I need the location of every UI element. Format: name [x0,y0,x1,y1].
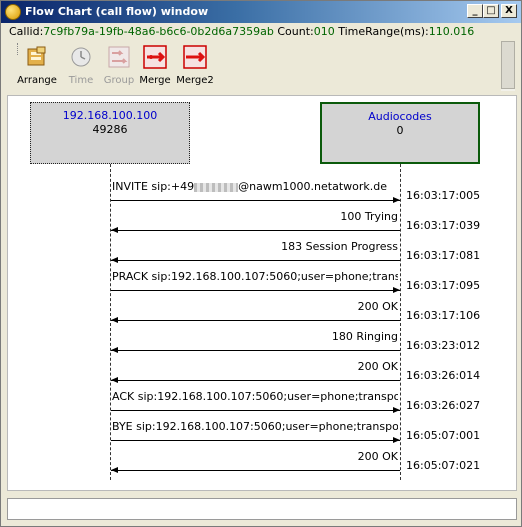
timerange-label: TimeRange(ms): [338,25,429,38]
arrowhead-right [393,437,400,443]
count-value: 010 [313,25,335,38]
timerange-value: 110.016 [428,25,475,38]
flow-chart-window: Flow Chart (call flow) window _ □ X Call… [0,0,522,527]
count-label: Count: [277,25,314,38]
group-button[interactable]: Group [99,43,139,91]
message-arrow-right[interactable] [111,440,400,441]
minimize-button[interactable]: _ [467,4,483,18]
entity-left[interactable]: 192.168.100.100 49286 [30,102,190,164]
message-label[interactable]: BYE sip:192.168.100.107:5060;user=phone;… [112,420,398,433]
message-time: 16:03:17:039 [406,219,481,232]
invite-prefix: INVITE sip:+49 [112,180,195,193]
arrowhead-left [111,347,118,353]
message-arrow-left[interactable] [111,230,400,231]
message-label[interactable]: 100 Trying [112,210,398,223]
close-button[interactable]: X [501,4,517,18]
entity-left-port: 49286 [92,123,128,136]
message-label[interactable]: 180 Ringing [112,330,398,343]
message-time: 16:05:07:001 [406,429,481,442]
arrowhead-left [111,377,118,383]
status-bar [7,498,517,520]
arrowhead-left [111,467,118,473]
merge-button[interactable]: Merge [135,43,175,91]
message-label[interactable]: INVITE sip:+49 @nawm1000.netatwork.de [112,180,398,193]
message-label[interactable]: ACK sip:192.168.100.107:5060;user=phone;… [112,390,398,403]
message-label[interactable]: 200 OK [112,450,398,463]
message-time: 16:03:26:014 [406,369,481,382]
window-title: Flow Chart (call flow) window [25,5,209,18]
callid-value: 7c9fb79a-19fb-48a6-b6c6-0b2d6a7359ab [43,25,274,38]
message-arrow-right[interactable] [111,290,400,291]
toolbar: Arrange Time Group Merge Merge2 [7,41,517,93]
lifeline-right [400,164,401,480]
message-arrow-left[interactable] [111,380,400,381]
arrowhead-right [393,287,400,293]
merge2-label: Merge2 [176,75,214,86]
merge-label: Merge [139,75,171,86]
invite-suffix: @nawm1000.netatwork.de [238,180,387,193]
arrange-label: Arrange [17,75,57,86]
arrowhead-left [111,227,118,233]
callid-label: Callid: [9,25,44,38]
flow-chart-canvas: 192.168.100.100 49286 Audiocodes 0 INVIT… [7,95,517,491]
message-time: 16:03:17:106 [406,309,481,322]
arrange-button[interactable]: Arrange [17,43,57,91]
message-arrow-right[interactable] [111,200,400,201]
message-time: 16:05:07:021 [406,459,481,472]
message-arrow-right[interactable] [111,410,400,411]
time-label: Time [68,75,94,86]
message-arrow-left[interactable] [111,320,400,321]
arrowhead-left [111,257,118,263]
message-label[interactable]: 200 OK [112,360,398,373]
group-label: Group [103,75,135,86]
call-info-bar: Callid:7c9fb79a-19fb-48a6-b6c6-0b2d6a735… [9,25,519,39]
entity-left-ip: 192.168.100.100 [62,109,158,122]
merge2-icon [183,45,207,69]
arrange-icon [27,46,46,66]
merge2-button[interactable]: Merge2 [175,43,215,91]
message-label[interactable]: 200 OK [112,300,398,313]
message-label[interactable]: PRACK sip:192.168.100.107:5060;user=phon… [112,270,398,283]
message-arrow-left[interactable] [111,350,400,351]
redacted-number [194,182,239,192]
arrowhead-left [111,317,118,323]
message-time: 16:03:23:012 [406,339,481,352]
clock-icon [71,47,91,67]
maximize-button[interactable]: □ [483,4,499,18]
message-time: 16:03:17:005 [406,189,481,202]
message-time: 16:03:17:081 [406,249,481,262]
title-bar[interactable]: Flow Chart (call flow) window _ □ X [1,1,521,23]
message-arrow-left[interactable] [111,260,400,261]
app-icon [5,4,21,20]
scrollbar-thumb[interactable] [501,41,515,89]
time-button[interactable]: Time [61,43,101,91]
message-label[interactable]: 183 Session Progress [112,240,398,253]
message-time: 16:03:26:027 [406,399,481,412]
message-arrow-left[interactable] [111,470,400,471]
message-time: 16:03:17:095 [406,279,481,292]
arrowhead-right [393,407,400,413]
entity-right[interactable]: Audiocodes 0 [320,102,480,164]
entity-right-name: Audiocodes [368,110,432,123]
entity-right-port: 0 [396,124,404,137]
merge-icon [143,45,167,69]
group-icon [108,46,130,68]
arrowhead-right [393,197,400,203]
